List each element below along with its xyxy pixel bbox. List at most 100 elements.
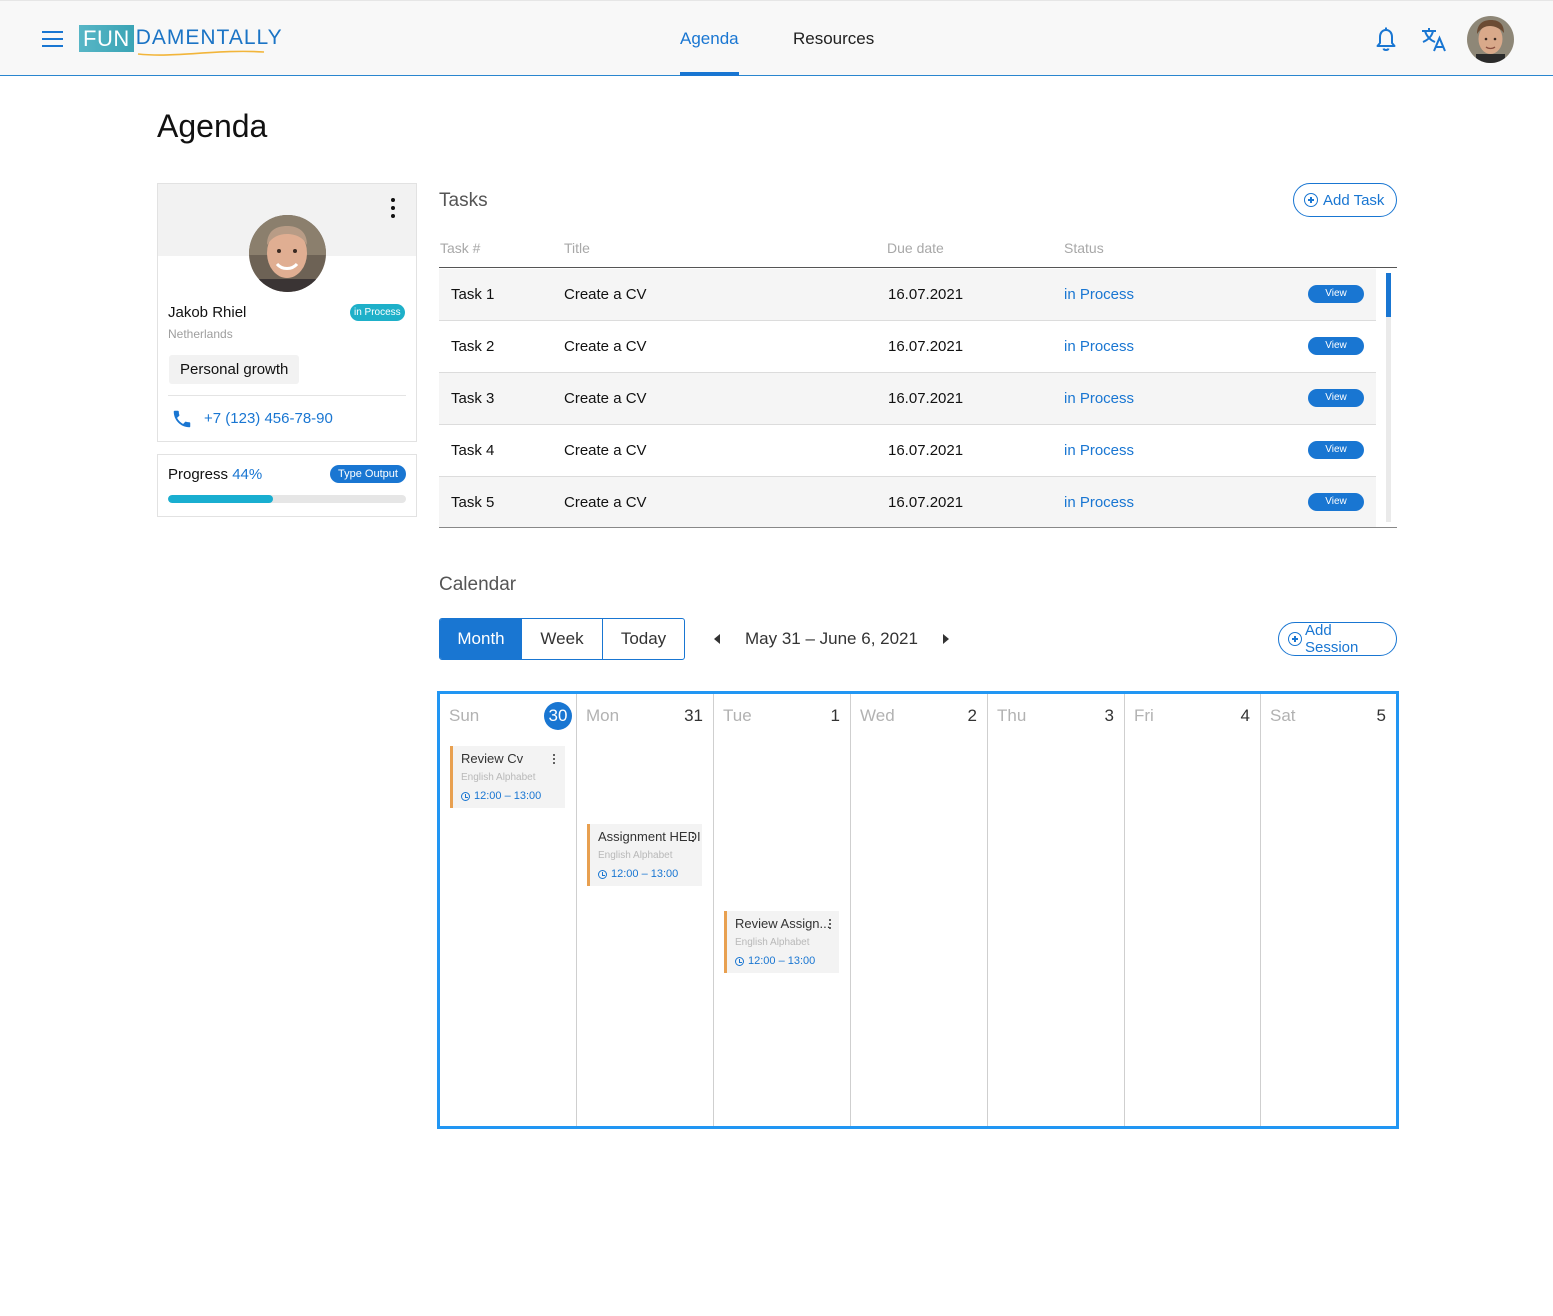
task-number: Task 4 xyxy=(451,442,495,459)
type-output-button[interactable]: Type Output xyxy=(330,465,406,483)
event-more-icon[interactable] xyxy=(692,832,695,842)
task-title: Create a CV xyxy=(564,390,647,407)
event-more-icon[interactable] xyxy=(553,754,556,764)
task-number: Task 1 xyxy=(451,286,495,303)
calendar-day-column-mon[interactable]: Mon 31 Assignment HEDI English Alphabet … xyxy=(577,694,714,1126)
logo-fun-text: FUN xyxy=(79,24,134,52)
table-row[interactable]: Task 3 Create a CV 16.07.2021 in Process… xyxy=(439,373,1376,425)
task-number: Task 2 xyxy=(451,338,495,355)
nav-tab-resources[interactable]: Resources xyxy=(793,1,874,76)
column-header-status[interactable]: Status xyxy=(1064,240,1104,256)
status-badge: in Process xyxy=(350,304,405,321)
today-button[interactable]: Today xyxy=(603,619,684,659)
table-row[interactable]: Task 5 Create a CV 16.07.2021 in Process… xyxy=(439,477,1376,527)
more-options-icon[interactable] xyxy=(388,198,398,218)
event-time: 12:00 – 13:00 xyxy=(461,790,541,802)
user-avatar[interactable] xyxy=(1467,16,1514,63)
clock-icon xyxy=(735,956,744,966)
week-view-button[interactable]: Week xyxy=(522,619,603,659)
day-number-today[interactable]: 30 xyxy=(544,702,572,730)
calendar-event[interactable]: Review Assign... English Alphabet 12:00 … xyxy=(724,911,839,973)
event-time: 12:00 – 13:00 xyxy=(598,868,678,880)
task-number: Task 3 xyxy=(451,390,495,407)
table-row[interactable]: Task 1 Create a CV 16.07.2021 in Process… xyxy=(439,269,1376,321)
column-header-title[interactable]: Title xyxy=(564,240,590,256)
task-number: Task 5 xyxy=(451,494,495,511)
add-session-label: Add Session xyxy=(1305,622,1359,656)
clock-icon xyxy=(461,791,470,801)
tasks-table-body: Task 1 Create a CV 16.07.2021 in Process… xyxy=(439,269,1397,528)
notification-bell-icon[interactable] xyxy=(1374,27,1398,53)
task-status: in Process xyxy=(1064,390,1135,407)
day-name: Fri xyxy=(1134,706,1154,725)
day-name: Sat xyxy=(1270,706,1296,725)
column-header-due-date[interactable]: Due date xyxy=(887,240,944,256)
day-number[interactable]: 2 xyxy=(968,706,977,726)
task-due-date: 16.07.2021 xyxy=(888,286,964,303)
task-due-date: 16.07.2021 xyxy=(888,338,964,355)
fundamentally-logo[interactable]: FUN DAMENTALLY xyxy=(79,23,283,56)
table-scrollbar-thumb[interactable] xyxy=(1386,273,1391,317)
calendar-date-range: May 31 – June 6, 2021 xyxy=(745,629,918,648)
student-profile-card: Jakob Rhiel Netherlands in Process Perso… xyxy=(157,183,417,442)
previous-range-icon[interactable] xyxy=(714,634,720,644)
add-task-button[interactable]: Add Task xyxy=(1293,183,1397,217)
phone-link[interactable]: +7 (123) 456-78-90 xyxy=(204,410,333,427)
day-number[interactable]: 5 xyxy=(1377,706,1386,726)
progress-value: 44% xyxy=(232,466,263,483)
task-title: Create a CV xyxy=(564,442,647,459)
month-view-button[interactable]: Month xyxy=(440,619,522,659)
calendar-day-column-sat[interactable]: Sat 5 xyxy=(1261,694,1396,1126)
progress-bar-fill xyxy=(168,495,273,503)
calendar-day-column-wed[interactable]: Wed 2 xyxy=(851,694,988,1126)
nav-tab-agenda[interactable]: Agenda xyxy=(680,1,739,76)
progress-label: Progress 44% xyxy=(168,466,262,483)
event-time-text: 12:00 – 13:00 xyxy=(611,868,679,880)
progress-bar xyxy=(168,495,406,503)
hamburger-menu-icon[interactable] xyxy=(42,31,63,47)
task-title: Create a CV xyxy=(564,286,647,303)
translate-icon[interactable] xyxy=(1420,25,1448,53)
student-country: Netherlands xyxy=(168,327,233,341)
phone-icon xyxy=(173,410,191,428)
event-subtitle: English Alphabet xyxy=(735,937,810,948)
day-name: Tue xyxy=(723,706,752,725)
event-more-icon[interactable] xyxy=(829,919,832,929)
event-time-text: 12:00 – 13:00 xyxy=(474,790,542,802)
add-session-button[interactable]: Add Session xyxy=(1278,622,1397,656)
next-range-icon[interactable] xyxy=(943,634,949,644)
calendar-day-column-tue[interactable]: Tue 1 Review Assign... English Alphabet … xyxy=(714,694,851,1126)
table-row[interactable]: Task 4 Create a CV 16.07.2021 in Process… xyxy=(439,425,1376,477)
view-task-button[interactable]: View xyxy=(1308,493,1364,511)
view-task-button[interactable]: View xyxy=(1308,285,1364,303)
day-number[interactable]: 31 xyxy=(684,706,703,726)
add-circle-icon xyxy=(1304,193,1318,207)
event-subtitle: English Alphabet xyxy=(598,850,673,861)
task-status: in Process xyxy=(1064,494,1135,511)
view-task-button[interactable]: View xyxy=(1308,389,1364,407)
column-header-task-number[interactable]: Task # xyxy=(440,240,480,256)
add-task-label: Add Task xyxy=(1323,191,1385,209)
day-number[interactable]: 3 xyxy=(1105,706,1114,726)
add-circle-icon xyxy=(1288,632,1302,646)
task-status: in Process xyxy=(1064,442,1135,459)
task-status: in Process xyxy=(1064,338,1135,355)
table-row[interactable]: Task 2 Create a CV 16.07.2021 in Process… xyxy=(439,321,1376,373)
day-number[interactable]: 4 xyxy=(1241,706,1250,726)
calendar-section-title: Calendar xyxy=(439,574,517,595)
top-app-bar: FUN DAMENTALLY Agenda Resources xyxy=(0,0,1553,76)
calendar-day-column-thu[interactable]: Thu 3 xyxy=(988,694,1125,1126)
divider xyxy=(168,395,406,396)
view-task-button[interactable]: View xyxy=(1308,441,1364,459)
calendar-event[interactable]: Assignment HEDI English Alphabet 12:00 –… xyxy=(587,824,702,886)
calendar-view-toggle: Month Week Today xyxy=(439,618,685,660)
calendar-day-column-fri[interactable]: Fri 4 xyxy=(1125,694,1261,1126)
tasks-table-header: Task # Title Due date Status xyxy=(439,238,1397,268)
day-number[interactable]: 1 xyxy=(831,706,840,726)
event-title: Assignment HEDI xyxy=(598,829,701,844)
day-name: Sun xyxy=(449,706,480,725)
view-task-button[interactable]: View xyxy=(1308,337,1364,355)
calendar-day-column-sun[interactable]: Sun 30 Review Cv English Alphabet 12:00 … xyxy=(440,694,577,1126)
calendar-event[interactable]: Review Cv English Alphabet 12:00 – 13:00 xyxy=(450,746,565,808)
event-title: Review Assign... xyxy=(735,916,831,931)
